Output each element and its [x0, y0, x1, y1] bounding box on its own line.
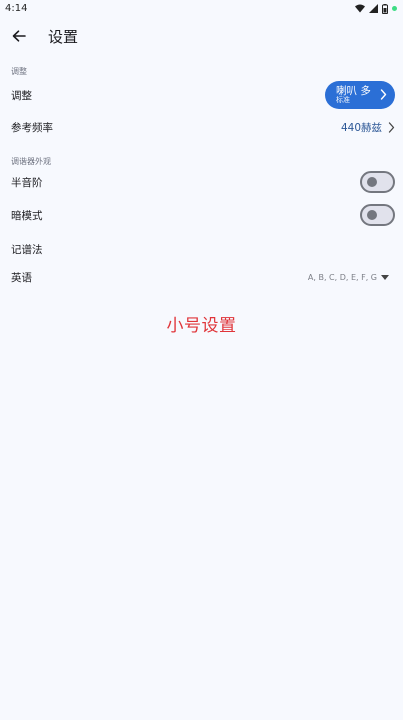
dark-mode-label: 暗模式: [11, 209, 43, 222]
app-bar: 设置: [0, 20, 403, 52]
toggle-knob: [367, 210, 377, 220]
status-icons: [355, 3, 397, 14]
semitone-toggle[interactable]: [360, 171, 395, 193]
back-button[interactable]: [0, 20, 38, 52]
status-time: 4:14: [5, 3, 28, 14]
dark-mode-toggle[interactable]: [360, 204, 395, 226]
row-notation-option[interactable]: 英语 A, B, C, D, E, F, G: [0, 268, 403, 286]
notation-dropdown-value: A, B, C, D, E, F, G: [307, 272, 377, 282]
toggle-knob: [367, 177, 377, 187]
wifi-icon: [355, 4, 365, 13]
chevron-right-icon: [380, 89, 387, 100]
row-semitone: 半音阶: [0, 171, 403, 193]
notation-dropdown[interactable]: A, B, C, D, E, F, G: [308, 273, 389, 282]
row-reference-frequency[interactable]: 参考频率 440赫兹: [0, 116, 403, 138]
caption-text: 小号设置: [166, 316, 237, 336]
dropdown-arrow-icon: [381, 274, 389, 280]
tuning-name: 标准: [336, 96, 350, 105]
reference-frequency-value: 440赫兹: [340, 121, 382, 134]
reference-frequency-label: 参考频率: [11, 121, 53, 134]
battery-icon: [382, 3, 388, 14]
notification-dot: [392, 6, 397, 11]
adjust-label: 调整: [11, 89, 32, 102]
semitone-label: 半音阶: [11, 176, 43, 189]
instrument-select-button[interactable]: 喇叭 多 标准: [325, 81, 395, 109]
section-header-appearance: 调谐器外观: [11, 157, 51, 166]
arrow-back-icon: [12, 30, 26, 42]
status-bar: 4:14: [0, 0, 403, 17]
section-header-tuning: 调整: [11, 67, 27, 76]
row-notation: 记谱法: [0, 240, 403, 258]
instrument-name: 喇叭 多: [336, 84, 371, 97]
chevron-right-icon: [388, 121, 395, 133]
row-adjust: 调整 喇叭 多 标准: [0, 81, 403, 109]
notation-label: 记谱法: [11, 243, 43, 256]
notation-option-label: 英语: [11, 271, 32, 284]
reference-frequency-link[interactable]: 440赫兹: [341, 120, 395, 135]
row-dark-mode: 暗模式: [0, 204, 403, 226]
signal-icon: [369, 4, 378, 13]
page-title: 设置: [48, 27, 79, 46]
